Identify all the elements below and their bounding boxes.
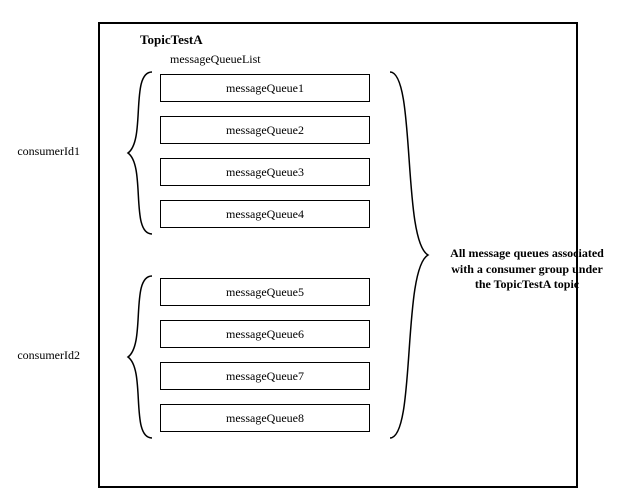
queue-label: messageQueue6 bbox=[226, 327, 304, 341]
message-queue-box: messageQueue7 bbox=[160, 362, 370, 390]
queue-label: messageQueue4 bbox=[226, 207, 304, 221]
queue-label: messageQueue8 bbox=[226, 411, 304, 425]
brace-icon bbox=[116, 70, 156, 236]
message-queue-list-label: messageQueueList bbox=[170, 52, 261, 67]
queue-label: messageQueue7 bbox=[226, 369, 304, 383]
message-queue-box: messageQueue6 bbox=[160, 320, 370, 348]
message-queue-box: messageQueue5 bbox=[160, 278, 370, 306]
brace-icon bbox=[384, 70, 434, 440]
queue-label: messageQueue2 bbox=[226, 123, 304, 137]
message-queue-box: messageQueue3 bbox=[160, 158, 370, 186]
queue-label: messageQueue5 bbox=[226, 285, 304, 299]
consumer-id-label: consumerId1 bbox=[10, 144, 80, 159]
brace-icon bbox=[116, 274, 156, 440]
message-queue-box: messageQueue2 bbox=[160, 116, 370, 144]
topic-title: TopicTestA bbox=[140, 32, 203, 48]
queue-label: messageQueue3 bbox=[226, 165, 304, 179]
consumer-id-label: consumerId2 bbox=[10, 348, 80, 363]
diagram-caption: All message queues associated with a con… bbox=[442, 246, 612, 293]
message-queue-box: messageQueue1 bbox=[160, 74, 370, 102]
message-queue-box: messageQueue8 bbox=[160, 404, 370, 432]
queue-label: messageQueue1 bbox=[226, 81, 304, 95]
message-queue-box: messageQueue4 bbox=[160, 200, 370, 228]
